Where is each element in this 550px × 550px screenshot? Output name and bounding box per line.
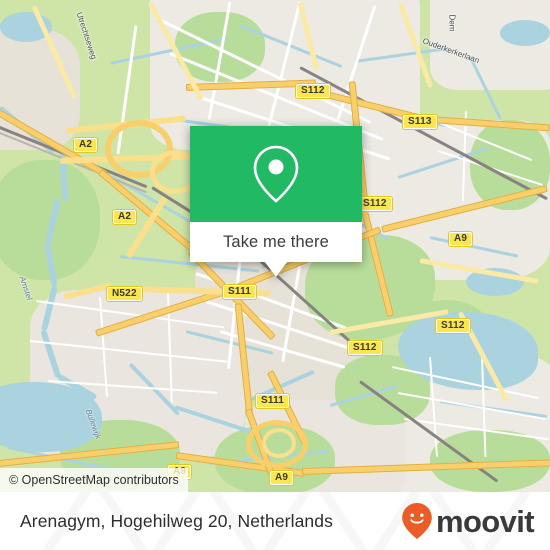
moovit-smiley-pin-icon [402,503,432,539]
road-shield: N522 [106,286,143,302]
osm-attribution[interactable]: © OpenStreetMap contributors [0,468,188,492]
road-shield: A9 [268,470,295,486]
footer-bar: Arenagym, Hogehilweg 20, Netherlands moo… [0,492,550,550]
popup-action-bar[interactable]: Take me there [190,222,362,262]
popup-header [190,126,362,222]
road-shield: S111 [221,284,258,300]
road-shield: S111 [254,393,291,409]
moovit-logo[interactable]: moovit [401,492,535,550]
road-shield: S113 [402,114,438,130]
map-canvas[interactable]: Utrechtseweg Dem Ouderkerkerlaan Amstel … [0,0,550,492]
road-shield: S112 [435,318,471,334]
road-shield: S112 [347,340,383,356]
place-title: Arenagym, Hogehilweg 20, Netherlands [20,492,333,550]
map-page: Utrechtseweg Dem Ouderkerkerlaan Amstel … [0,0,550,550]
road-shield: A9 [447,231,474,247]
road-shield: A2 [111,209,138,225]
map-pin-icon [253,145,299,203]
moovit-wordmark: moovit [435,503,535,539]
popup-tail [265,262,287,277]
road-shield: S112 [357,196,393,212]
road-shield: A2 [72,137,99,153]
osm-attribution-label: © OpenStreetMap contributors [9,473,179,487]
road-shield: S112 [295,83,331,99]
place-title-label: Arenagym, Hogehilweg 20, Netherlands [20,510,333,531]
location-popup[interactable]: Take me there [190,126,362,277]
take-me-there-label: Take me there [223,232,329,251]
